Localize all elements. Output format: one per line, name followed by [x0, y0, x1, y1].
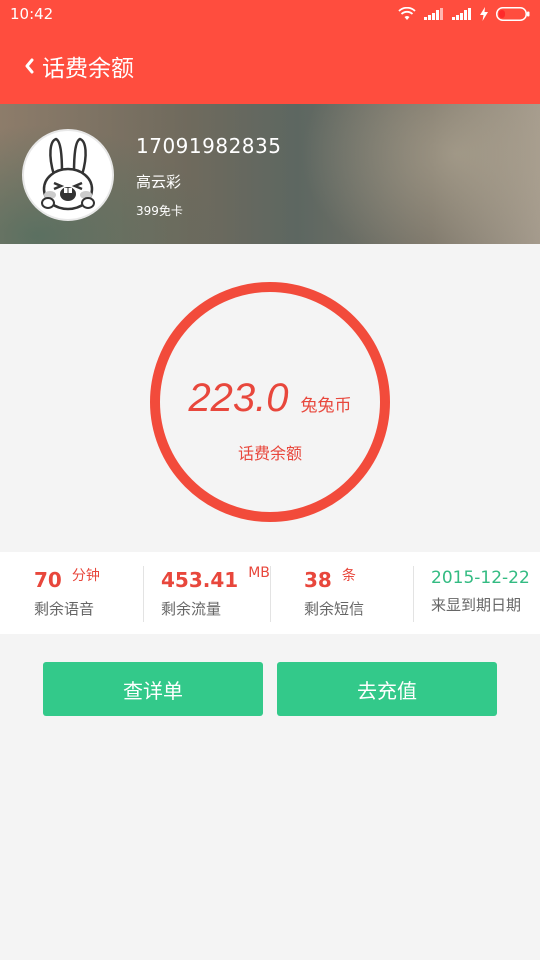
stat-sms-unit: 条	[341, 568, 356, 584]
stat-sms-value: 38 条	[304, 568, 413, 592]
stat-data-label: 剩余流量	[161, 600, 222, 618]
avatar[interactable]	[22, 129, 114, 221]
stat-expiry-label: 来显到期日期	[431, 596, 522, 614]
stat-voice: 70 分钟 剩余语音	[0, 552, 143, 634]
user-name: 高云彩	[136, 173, 182, 191]
wifi-icon	[398, 7, 416, 20]
stat-sms: 38 条 剩余短信	[270, 552, 413, 634]
battery-icon	[496, 7, 530, 21]
recharge-button[interactable]: 去充值	[277, 662, 497, 716]
usage-stats: 70 分钟 剩余语音 453.41 MB 剩余流量 38 条 剩余短信 2015…	[0, 552, 540, 634]
stat-data-value: 453.41 MB	[161, 565, 270, 592]
signal-icon	[452, 8, 471, 20]
stat-voice-number: 70	[34, 568, 62, 592]
status-icons	[398, 7, 530, 21]
chevron-left-icon	[25, 58, 34, 74]
stat-sms-label: 剩余短信	[304, 600, 365, 618]
app-bar: 话费余额	[0, 28, 540, 104]
stat-data: 453.41 MB 剩余流量	[143, 552, 270, 634]
charging-icon	[480, 7, 488, 21]
signal-icon	[424, 8, 443, 20]
stat-expiry: 2015-12-22 来显到期日期	[413, 552, 540, 634]
stat-data-unit: MB	[248, 565, 270, 581]
profile-header: 17091982835 高云彩 399免卡	[0, 104, 540, 244]
page-title: 话费余额	[42, 56, 134, 82]
stat-voice-label: 剩余语音	[34, 600, 95, 618]
plan-name: 399免卡	[136, 204, 183, 218]
stat-voice-value: 70 分钟	[34, 568, 143, 592]
back-button[interactable]	[18, 46, 40, 86]
phone-number: 17091982835	[136, 134, 282, 158]
balance-unit: 兔兔币	[300, 396, 352, 416]
stat-voice-unit: 分钟	[71, 568, 100, 584]
balance-amount: 223.0 兔兔币	[148, 376, 392, 421]
status-time: 10:42	[10, 5, 54, 23]
balance-value: 223.0	[188, 376, 289, 420]
balance-ring: 223.0 兔兔币 话费余额	[148, 280, 392, 524]
profile-info: 17091982835 高云彩 399免卡	[136, 134, 281, 219]
stat-expiry-date: 2015-12-22	[431, 568, 530, 588]
stat-sms-number: 38	[304, 568, 332, 592]
status-bar: 10:42	[0, 0, 540, 28]
view-details-button[interactable]: 查详单	[43, 662, 263, 716]
balance-label: 话费余额	[237, 444, 302, 463]
rabbit-avatar-icon	[41, 137, 95, 211]
stat-data-number: 453.41	[161, 568, 239, 592]
